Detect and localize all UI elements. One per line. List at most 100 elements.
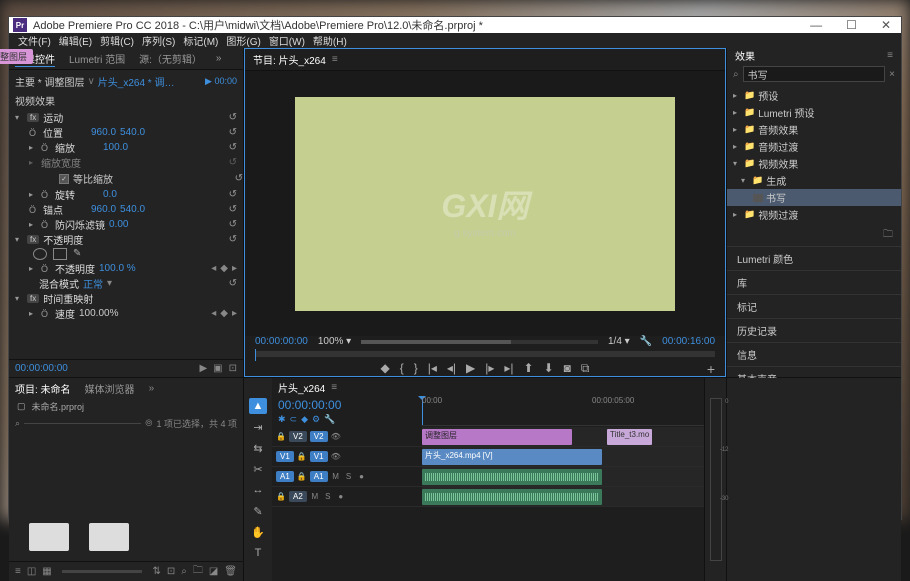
tree-generate[interactable]: ▾📁生成: [727, 172, 901, 189]
out-button[interactable]: }: [414, 361, 418, 376]
compare-button[interactable]: ⧉: [581, 361, 590, 376]
v1-lock[interactable]: 🔒: [297, 452, 307, 461]
twirl-flicker[interactable]: ▸: [29, 220, 37, 229]
next-keyframe[interactable]: ▸: [232, 263, 237, 274]
razor-tool[interactable]: ✂: [249, 461, 267, 477]
icon-view-icon[interactable]: ◫: [27, 566, 36, 577]
reset-rotation[interactable]: ↺: [229, 189, 237, 200]
v2-clip-row[interactable]: 调整图层 Title_t3.mo: [422, 427, 704, 447]
settings-icon[interactable]: 🔧: [640, 336, 652, 347]
bin-1[interactable]: [29, 523, 69, 551]
stopwatch-flicker[interactable]: Ö: [41, 220, 51, 230]
tab-source[interactable]: 源:（无剪辑）: [139, 51, 202, 66]
section-markers[interactable]: 标记: [727, 294, 901, 318]
twirl-rotation[interactable]: ▸: [29, 190, 37, 199]
a2-mute[interactable]: M: [310, 492, 320, 501]
menu-edit[interactable]: 编辑(E): [56, 33, 95, 48]
a1-rec[interactable]: ●: [357, 472, 367, 481]
search-clear[interactable]: ×: [889, 69, 895, 80]
stopwatch-anchor[interactable]: Ö: [29, 205, 39, 215]
clip-audio-2[interactable]: [422, 489, 602, 505]
menu-graphics[interactable]: 图形(G): [223, 33, 263, 48]
effects-search-input[interactable]: [743, 66, 886, 82]
zoom-slider[interactable]: [361, 340, 598, 344]
tree-lumetri-presets[interactable]: ▸📁Lumetri 预设: [727, 104, 901, 121]
stopwatch-op[interactable]: Ö: [41, 264, 51, 274]
reset-scale[interactable]: ↺: [229, 142, 237, 153]
stopwatch-position[interactable]: Ö: [29, 128, 39, 138]
tree-video-effects[interactable]: ▾📁视频效果: [727, 155, 901, 172]
program-tab[interactable]: 节目: 片头_x264: [253, 52, 326, 67]
v1-clip-row[interactable]: 片头_x264.mp4 [V]: [422, 447, 704, 467]
goto-out-button[interactable]: ▸|: [504, 361, 513, 376]
reset-scalewidth[interactable]: ↺: [229, 157, 237, 168]
section-library[interactable]: 库: [727, 270, 901, 294]
stopwatch-scale[interactable]: Ö: [41, 143, 51, 153]
menu-sequence[interactable]: 序列(S): [139, 33, 178, 48]
clip-video[interactable]: 片头_x264.mp4 [V]: [422, 449, 602, 465]
step-back-button[interactable]: ◂|: [447, 361, 456, 376]
export-frame-button[interactable]: ◙: [564, 361, 571, 376]
step-fwd-button[interactable]: |▸: [485, 361, 494, 376]
tree-write-on[interactable]: 书写: [727, 189, 901, 206]
play-button[interactable]: ▶: [466, 361, 475, 376]
position-x[interactable]: 960.0: [91, 127, 116, 138]
marker-button[interactable]: ◆: [380, 361, 389, 376]
sort-icon[interactable]: ⇅: [152, 566, 160, 577]
timeline-timecode[interactable]: 00:00:00:00: [278, 398, 416, 412]
lift-button[interactable]: ⬆: [524, 361, 534, 376]
thumbnail-slider[interactable]: [62, 570, 143, 573]
track-select-tool[interactable]: ⇥: [249, 419, 267, 435]
tab-overflow[interactable]: »: [216, 53, 222, 64]
v1-patch[interactable]: V1: [276, 451, 294, 462]
v1-target[interactable]: V1: [310, 451, 328, 462]
maximize-button[interactable]: ☐: [840, 18, 863, 32]
fx-badge-remap[interactable]: fx: [27, 294, 39, 303]
tab-lumetri-scopes[interactable]: Lumetri 范围: [69, 51, 125, 66]
find-icon[interactable]: ⌕: [181, 566, 187, 577]
a2-rec[interactable]: ●: [336, 492, 346, 501]
crumb-master[interactable]: 主要 * 调整图层: [15, 74, 84, 89]
a1-lock[interactable]: 🔒: [297, 472, 307, 481]
track-v1-header[interactable]: V1 🔒 V1 👁: [272, 447, 422, 467]
twirl-opacity[interactable]: ▾: [15, 235, 23, 244]
tab-media-browser[interactable]: 媒体浏览器: [85, 381, 135, 396]
extract-button[interactable]: ⬇: [544, 361, 554, 376]
speed-value[interactable]: 100.00%: [79, 308, 118, 319]
next-keyframe-speed[interactable]: ▸: [232, 308, 237, 319]
flicker-value[interactable]: 0.00: [109, 219, 128, 230]
tree-audio-effects[interactable]: ▸📁音频效果: [727, 121, 901, 138]
tree-audio-transitions[interactable]: ▸📁音频过渡: [727, 138, 901, 155]
proj-tab-overflow[interactable]: »: [149, 383, 155, 394]
type-tool[interactable]: T: [249, 545, 267, 561]
tree-presets[interactable]: ▸📁预设: [727, 87, 901, 104]
minimize-button[interactable]: —: [804, 18, 828, 32]
fx-badge-opacity[interactable]: fx: [27, 235, 39, 244]
project-name[interactable]: 未命名.prproj: [32, 400, 85, 413]
panel-menu[interactable]: ≡: [887, 50, 893, 61]
reset-motion[interactable]: ↺: [229, 112, 237, 123]
hand-tool[interactable]: ✋: [249, 524, 267, 540]
new-item-icon[interactable]: ◪: [209, 566, 218, 577]
reset-position[interactable]: ↺: [229, 127, 237, 138]
section-info[interactable]: 信息: [727, 342, 901, 366]
a2-target[interactable]: A2: [289, 491, 307, 502]
snap-toggle[interactable]: ✱: [278, 414, 286, 425]
blend-value[interactable]: 正常: [83, 276, 103, 291]
track-v2-header[interactable]: 🔒 V2 V2 👁: [272, 427, 422, 447]
v2-target[interactable]: V2: [310, 431, 328, 442]
new-bin-icon[interactable]: 🗀: [883, 229, 893, 240]
uniform-scale-checkbox[interactable]: ✓: [59, 174, 69, 184]
stopwatch-rotation[interactable]: Ö: [41, 190, 51, 200]
track-a1-header[interactable]: A1 🔒 A1 M S ●: [272, 467, 422, 487]
timeline-tab-menu[interactable]: ≡: [331, 382, 337, 393]
new-bin-project-icon[interactable]: 🗀: [193, 563, 203, 580]
project-search-icon[interactable]: ⌕: [15, 418, 20, 429]
prev-keyframe-speed[interactable]: ◂: [211, 308, 216, 319]
position-y[interactable]: 540.0: [120, 127, 145, 138]
program-tc-left[interactable]: 00:00:00:00: [255, 336, 308, 347]
add-keyframe[interactable]: ◆: [220, 263, 228, 274]
stopwatch-speed[interactable]: Ö: [41, 309, 51, 319]
twirl-motion[interactable]: ▾: [15, 113, 23, 122]
auto-match-icon[interactable]: ⊡: [167, 566, 175, 577]
